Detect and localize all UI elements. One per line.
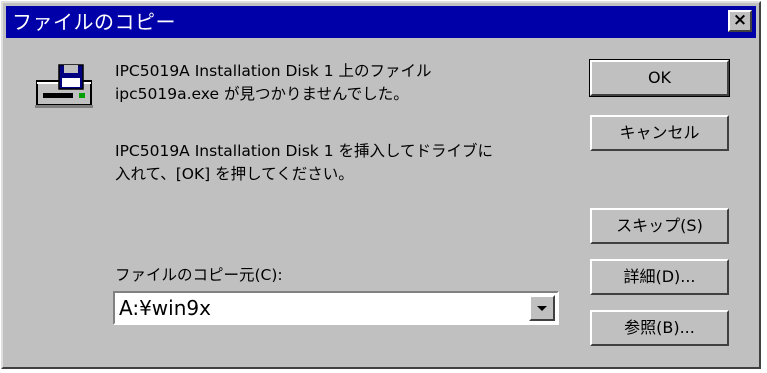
copy-from-combobox[interactable]	[113, 291, 559, 325]
window-title: ファイルのコピー	[12, 10, 176, 34]
skip-button[interactable]: スキップ(S)	[590, 208, 729, 244]
floppy-drive-icon	[33, 63, 97, 111]
instruction-message: IPC5019A Installation Disk 1 を挿入してドライブに …	[115, 140, 493, 186]
details-button[interactable]: 詳細(D)...	[590, 259, 729, 295]
close-icon: ×	[732, 10, 748, 30]
dropdown-button[interactable]	[529, 295, 555, 321]
close-button[interactable]: ×	[728, 10, 752, 32]
chevron-down-icon	[537, 306, 547, 311]
message-line: IPC5019A Installation Disk 1 上のファイル	[115, 62, 432, 80]
message-line: ipc5019a.exe が見つかりませんでした。	[115, 85, 409, 103]
ok-button[interactable]: OK	[589, 59, 730, 97]
copy-files-dialog: ファイルのコピー × IPC5019A Installation Disk 1 …	[1, 1, 761, 369]
message-line: 入れて、[OK] を押してください。	[115, 165, 354, 183]
copy-from-input[interactable]	[117, 295, 521, 321]
message-line: IPC5019A Installation Disk 1 を挿入してドライブに	[115, 142, 494, 160]
error-message: IPC5019A Installation Disk 1 上のファイル ipc5…	[115, 60, 432, 106]
copy-from-label: ファイルのコピー元(C):	[115, 266, 283, 284]
browse-button[interactable]: 参照(B)...	[590, 310, 729, 346]
cancel-button[interactable]: キャンセル	[590, 115, 729, 151]
title-bar[interactable]: ファイルのコピー ×	[6, 6, 756, 38]
